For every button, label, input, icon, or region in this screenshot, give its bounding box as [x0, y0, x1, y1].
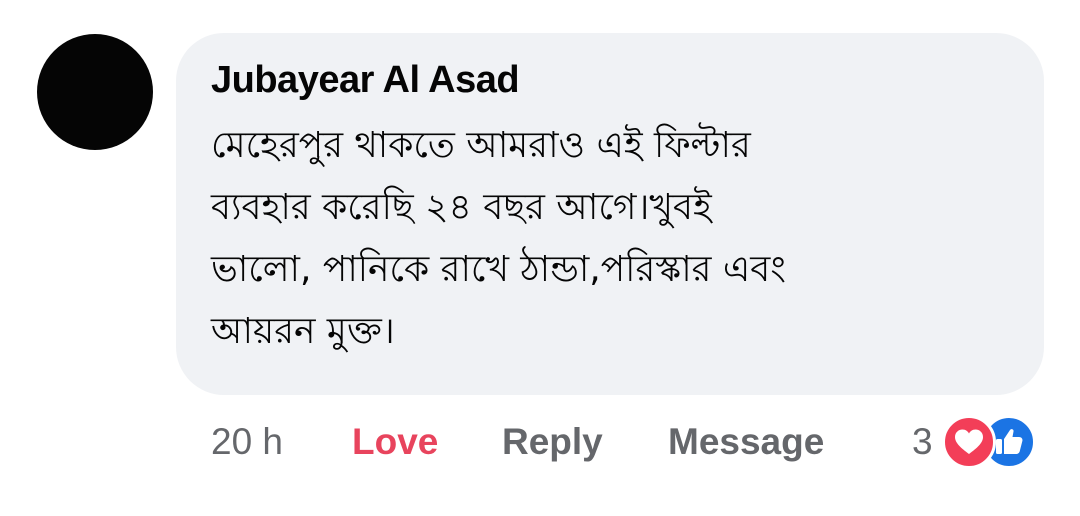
comment-bubble: Jubayear Al Asad মেহেরপুর থাকতে আমরাও এই…	[176, 33, 1044, 395]
heart-icon	[942, 415, 996, 469]
comment-text-line: ব্যবহার করেছি ২৪ বছর আগে।খুবই	[211, 187, 712, 228]
avatar[interactable]	[37, 34, 153, 150]
message-button[interactable]: Message	[668, 416, 824, 468]
comment-text-line: মেহেরপুর থাকতে আমরাও এই ফিল্টার	[211, 125, 751, 166]
love-button[interactable]: Love	[352, 416, 438, 468]
comment-text-line: আয়রন মুক্ত।	[211, 311, 395, 352]
reply-button[interactable]: Reply	[502, 416, 603, 468]
reaction-count[interactable]: 3	[912, 416, 933, 468]
reaction-icons[interactable]	[942, 413, 1046, 469]
comment-timestamp[interactable]: 20 h	[211, 416, 283, 468]
comment-author-name[interactable]: Jubayear Al Asad	[211, 59, 520, 102]
comment-text-line: ভালো, পানিকে রাখে ঠান্ডা,পরিস্কার এবং	[211, 249, 786, 290]
comment-actions: 20 h Love Reply Message 3	[0, 416, 1080, 468]
comment-text: মেহেরপুর থাকতে আমরাও এই ফিল্টার ব্যবহার …	[211, 115, 1011, 363]
